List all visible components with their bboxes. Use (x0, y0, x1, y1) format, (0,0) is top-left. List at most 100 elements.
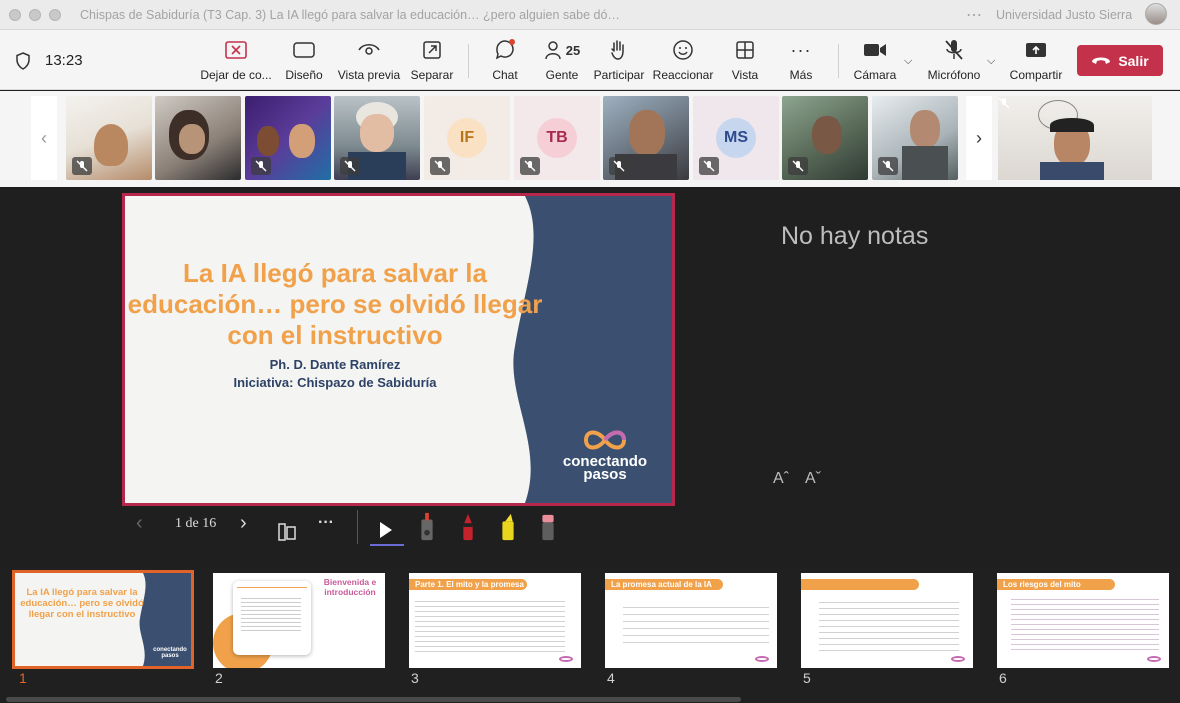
preview-button[interactable]: Vista previa (337, 38, 401, 84)
more-options-icon[interactable]: ⋯ (966, 5, 983, 25)
highlighter-tool-icon[interactable] (497, 512, 519, 542)
muted-mic-icon (340, 157, 360, 175)
thumbnail-title: La IA llegó para salvar la educación… pe… (20, 587, 144, 620)
chat-icon (493, 38, 517, 62)
chat-label: Chat (492, 68, 518, 82)
react-button[interactable]: Reaccionar (652, 38, 714, 84)
participant-initials: MS (716, 118, 756, 158)
mic-options-chevron-icon[interactable]: ⌵ (987, 55, 995, 68)
people-button[interactable]: 25 Gente (542, 38, 582, 84)
thumbnail-number: 6 (999, 670, 1007, 686)
view-button[interactable]: Vista (731, 38, 759, 84)
decrease-font-button[interactable]: Aˇ (805, 470, 821, 488)
leave-button[interactable]: Salir (1077, 45, 1163, 76)
thumbnail-scrollbar[interactable] (6, 697, 741, 702)
people-label: Gente (545, 68, 579, 82)
muted-mic-icon (251, 157, 271, 175)
increase-font-button[interactable]: Aˆ (773, 470, 789, 488)
raise-hand-icon (607, 38, 631, 62)
design-button[interactable]: Diseño (284, 38, 324, 84)
share-button[interactable]: Compartir (1009, 38, 1063, 84)
thumbnail-title: Parte 1. El mito y la promesa (415, 580, 524, 589)
camera-icon (863, 38, 887, 62)
thumbnail-logo: conectando pasos (153, 647, 187, 659)
participant-tile-large[interactable] (998, 96, 1152, 180)
slide-thumbnail[interactable]: Parte 1. El mito y la promesa (409, 573, 581, 668)
clear-ink-icon[interactable] (537, 512, 559, 542)
microphone-button[interactable]: Micrófono (926, 38, 982, 84)
next-slide-chevron-icon[interactable]: › (240, 512, 247, 542)
microphone-label: Micrófono (927, 68, 981, 82)
participant-tile[interactable] (155, 96, 241, 180)
grid-view-icon (733, 38, 757, 62)
slide-title: La IA llegó para salvar la educación… pe… (127, 258, 543, 350)
muted-mic-icon (72, 157, 92, 175)
muted-mic-icon (430, 157, 450, 175)
notes-empty-text: No hay notas (781, 222, 929, 250)
smiley-icon (671, 38, 695, 62)
participant-tile[interactable] (245, 96, 331, 180)
thumbnail-number: 4 (607, 670, 615, 686)
more-button[interactable]: ··· Más (788, 38, 814, 84)
stop-share-icon (224, 38, 248, 62)
thumbnail-number: 1 (19, 670, 27, 686)
meeting-toolbar (0, 30, 1180, 90)
previous-slide-chevron-icon[interactable]: ‹ (136, 512, 143, 542)
selected-tool-indicator (370, 544, 404, 546)
camera-label: Cámara (853, 68, 897, 82)
camera-options-chevron-icon[interactable]: ⌵ (904, 55, 912, 68)
thumbnail-title: Los riesgos del mito (1003, 580, 1081, 589)
control-divider (357, 510, 358, 544)
muted-mic-icon (520, 157, 540, 175)
slide-thumbnail[interactable]: La IA llegó para salvar la educación… pe… (12, 570, 194, 669)
close-window-button[interactable] (9, 9, 21, 21)
slide-thumbnail[interactable]: Los riesgos del mito (997, 573, 1169, 668)
slide-thumbnail[interactable] (801, 573, 973, 668)
participant-tile[interactable] (782, 96, 868, 180)
participant-tile[interactable] (603, 96, 689, 180)
meeting-timer: 13:23 (45, 52, 83, 69)
participant-initials: IF (447, 118, 487, 158)
presenter-more-icon[interactable]: ··· (318, 514, 334, 544)
react-label: Reaccionar (652, 68, 714, 82)
participant-initials: TB (537, 118, 577, 158)
muted-mic-icon (942, 38, 966, 62)
chat-button[interactable]: Chat (490, 38, 520, 84)
user-avatar[interactable] (1145, 3, 1167, 25)
design-icon (292, 38, 316, 62)
window-titlebar: Chispas de Sabiduría (T3 Cap. 3) La IA l… (0, 0, 1180, 30)
participate-button[interactable]: Participar (594, 38, 644, 84)
organization-name[interactable]: Universidad Justo Sierra (996, 8, 1132, 22)
strip-prev-chevron-icon[interactable]: ‹ (31, 96, 57, 180)
participant-tile[interactable] (872, 96, 958, 180)
participant-tile[interactable]: IF (424, 96, 510, 180)
hangup-icon (1092, 57, 1111, 64)
participant-tile[interactable] (66, 96, 152, 180)
design-label: Diseño (285, 68, 323, 82)
stop-sharing-button[interactable]: Dejar de co... (200, 38, 272, 84)
participant-tile[interactable]: TB (514, 96, 600, 180)
participant-tile[interactable]: MS (693, 96, 779, 180)
slides-grid-icon[interactable] (277, 517, 297, 547)
zoom-window-button[interactable] (49, 9, 61, 21)
stop-sharing-label: Dejar de co... (200, 68, 272, 82)
slide-thumbnail[interactable]: La promesa actual de la IA (605, 573, 777, 668)
slide-author: Ph. D. Dante Ramírez (269, 357, 401, 372)
separate-button[interactable]: Separar (410, 38, 454, 84)
thumbnail-number: 2 (215, 670, 223, 686)
eraser-tool-icon[interactable] (416, 512, 438, 542)
strip-next-chevron-icon[interactable]: › (966, 96, 992, 180)
minimize-window-button[interactable] (29, 9, 41, 21)
thumbnail-number: 3 (411, 670, 419, 686)
camera-button[interactable]: Cámara (853, 38, 897, 84)
slide-thumbnail[interactable]: Bienvenida e introducción (213, 573, 385, 668)
pen-tool-icon[interactable] (457, 512, 479, 542)
participant-tile[interactable] (334, 96, 420, 180)
preview-label: Vista previa (337, 68, 401, 82)
shield-icon[interactable] (15, 52, 31, 70)
share-label: Compartir (1009, 68, 1063, 82)
infinity-logo-icon (583, 430, 627, 450)
thumbnail-title: Bienvenida e introducción (323, 577, 377, 597)
laser-pointer-icon[interactable] (376, 515, 396, 545)
share-icon (1024, 38, 1048, 62)
